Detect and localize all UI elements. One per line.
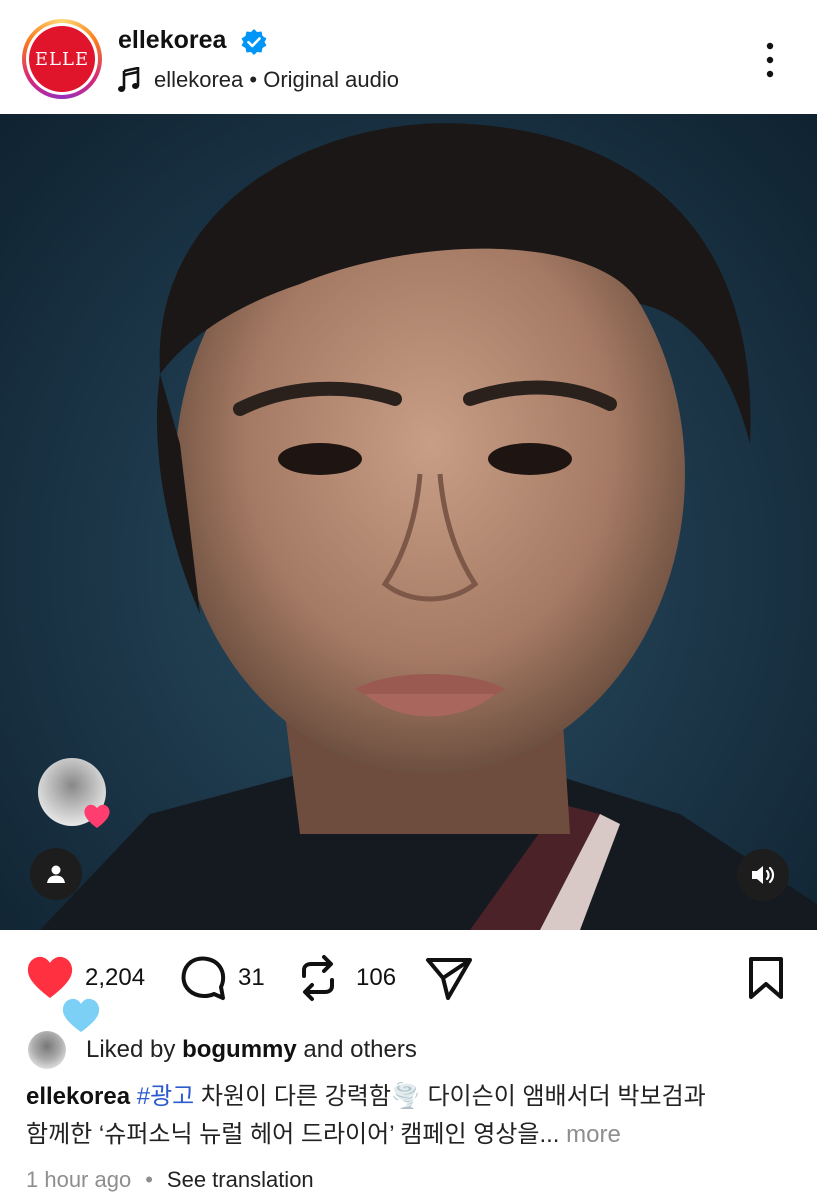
more-options-icon[interactable] — [758, 40, 782, 80]
post-media-video[interactable] — [0, 114, 817, 930]
caption-ellipsis: ... — [539, 1121, 560, 1148]
like-count: 2,204 — [85, 964, 146, 991]
comment-count: 31 — [238, 964, 265, 991]
volume-button[interactable] — [737, 849, 789, 901]
music-note-icon — [118, 67, 140, 92]
caption-more-link[interactable]: more — [559, 1121, 621, 1148]
liker-avatar[interactable] — [28, 1031, 66, 1069]
comment-button[interactable]: 31 — [180, 950, 265, 1006]
verified-badge-icon — [241, 29, 267, 55]
heart-icon — [62, 998, 100, 1032]
caption-hashtag[interactable]: #광고 — [137, 1083, 195, 1110]
liked-by-text: Liked by bogummy and others — [86, 1036, 417, 1063]
share-button[interactable] — [424, 950, 474, 1006]
heart-icon — [27, 956, 73, 998]
volume-icon — [752, 866, 775, 884]
account-name[interactable]: ellekorea — [118, 26, 226, 55]
caption-username[interactable]: ellekorea — [26, 1083, 130, 1110]
bookmark-icon — [749, 957, 783, 999]
post-timestamp: 1 hour ago — [26, 1167, 132, 1192]
profile-avatar[interactable]: ELLE — [22, 19, 102, 99]
audio-link[interactable]: ellekorea • Original audio — [118, 66, 399, 94]
audio-label: ellekorea • Original audio — [154, 67, 399, 92]
elle-logo: ELLE — [29, 26, 95, 92]
user-tag-icon — [47, 865, 65, 883]
repost-icon — [302, 955, 334, 1001]
save-button[interactable] — [746, 950, 786, 1006]
action-bar: 2,204 31 106 — [0, 950, 817, 1006]
post-footer: 1 hour ago • See translation — [26, 1164, 314, 1196]
comment-icon — [181, 956, 226, 1000]
liker-username[interactable]: bogummy — [182, 1036, 297, 1063]
liked-by-row[interactable]: Liked by bogummy and others — [28, 1030, 417, 1070]
post-caption: ellekorea #광고 차원이 다른 강력함🌪️ 다이슨이 앰배서더 박보검… — [26, 1078, 796, 1154]
heart-icon — [84, 804, 110, 828]
portrait-image — [40, 123, 817, 930]
user-tag-button[interactable] — [30, 848, 82, 900]
separator: • — [145, 1167, 153, 1192]
repost-count: 106 — [356, 964, 397, 991]
caption-text-line2: 함께한 ‘슈퍼소닉 뉴럴 헤어 드라이어’ 캠페인 영상을 — [26, 1121, 540, 1148]
caption-text-line1: 차원이 다른 강력함🌪️ 다이슨이 앰배서더 박보검과 — [194, 1083, 706, 1110]
send-icon — [426, 958, 472, 1000]
see-translation-link[interactable]: See translation — [167, 1167, 314, 1193]
repost-button[interactable]: 106 — [296, 950, 396, 1006]
post-header: ELLE ellekorea ellekorea • Original audi… — [0, 0, 817, 114]
